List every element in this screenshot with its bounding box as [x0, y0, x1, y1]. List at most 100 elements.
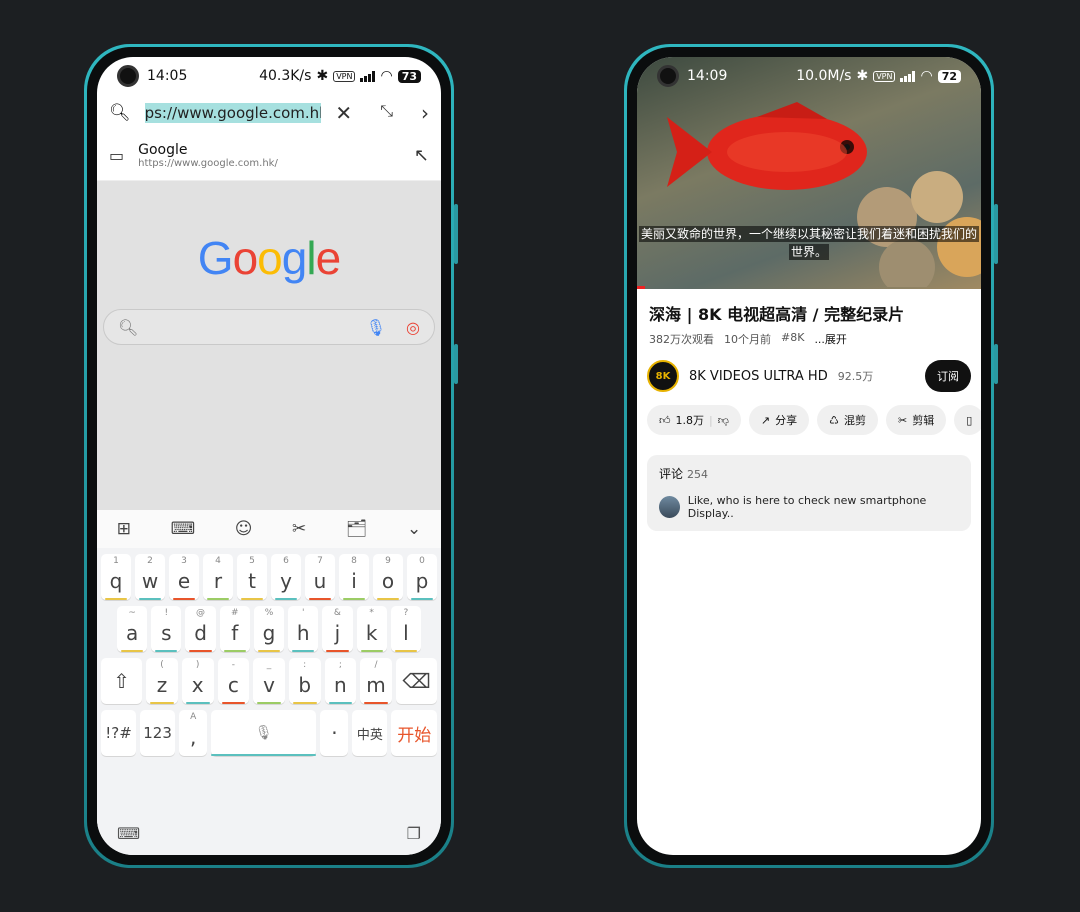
status-right: 40.3K/s ✱ VPN ◠ 73 — [259, 68, 421, 84]
remix-button[interactable]: ♺ 混剪 — [817, 405, 878, 435]
keyboard-switch-icon[interactable]: ⌨ — [117, 824, 140, 843]
save-button[interactable]: ▯ — [954, 405, 981, 435]
key-l[interactable]: ? l — [390, 606, 421, 652]
clipboard-icon[interactable]: 🗂︎ — [346, 519, 368, 539]
key-x[interactable]: ) x — [181, 658, 214, 704]
key-j[interactable]: & j — [322, 606, 353, 652]
key-r[interactable]: 4r — [203, 554, 233, 600]
subscribe-button[interactable]: 订阅 — [925, 360, 971, 392]
clip-button[interactable]: ✂ 剪辑 — [885, 405, 947, 435]
key-label: p — [415, 569, 429, 593]
suggestion-title: Google — [138, 142, 188, 158]
status-bar: 14:05 40.3K/s ✱ VPN ◠ 73 — [97, 57, 441, 95]
thumbs-down-icon[interactable]: 👎︎ — [718, 414, 729, 427]
key-o[interactable]: 9o — [373, 554, 403, 600]
share-label: 分享 — [775, 414, 798, 427]
key-v[interactable]: _ v — [253, 658, 285, 704]
key-q[interactable]: 1q — [101, 554, 131, 600]
key-p[interactable]: 0p — [407, 554, 437, 600]
vpn-badge: VPN — [333, 70, 356, 82]
video-caption: 美丽又致命的世界，一个继续以其秘密让我们着迷和困扰我们的 世界。 — [637, 225, 981, 261]
key-label: t — [248, 569, 256, 593]
share-icon: ↗ — [760, 413, 771, 427]
expand-description[interactable]: ...展开 — [814, 331, 847, 347]
google-logo-letter: g — [281, 232, 308, 284]
key-row-1: 1q2w3e4r5t6y7u8i9o0p — [97, 554, 441, 600]
comma-key-main: , — [189, 725, 197, 749]
google-logo-letter: o — [232, 232, 259, 284]
channel-name[interactable]: 8K VIDEOS ULTRA HD — [689, 369, 828, 384]
number-key[interactable]: 123 — [140, 710, 176, 756]
share-button[interactable]: ↗ 分享 — [748, 405, 810, 435]
key-f[interactable]: # f — [219, 606, 250, 652]
key-h[interactable]: ' h — [288, 606, 319, 652]
key-a[interactable]: ~ a — [117, 606, 148, 652]
caption-line-1: 美丽又致命的世界，一个继续以其秘密让我们着迷和困扰我们的 — [638, 226, 979, 242]
google-search-box[interactable]: 🔍︎ 🎙︎ ◎ — [103, 309, 435, 345]
video-progress[interactable] — [637, 286, 645, 289]
key-sub-label: 3 — [181, 556, 187, 566]
apps-icon[interactable]: ⊞ — [117, 519, 131, 539]
scissors-icon[interactable]: ✂ — [292, 519, 306, 539]
vpn-badge: VPN — [873, 70, 896, 82]
backspace-key[interactable]: ⌫ — [395, 658, 438, 704]
mic-icon[interactable]: 🎙︎ — [366, 318, 386, 337]
key-b[interactable]: :b — [288, 658, 321, 704]
comma-key[interactable]: A, — [179, 710, 208, 756]
emoji-icon[interactable]: ☺ — [235, 519, 253, 539]
key-d[interactable]: @ d — [185, 606, 216, 652]
symbol-key[interactable]: !?# — [101, 710, 137, 756]
key-u[interactable]: 7u — [305, 554, 335, 600]
chevron-right-icon[interactable]: › — [421, 101, 429, 125]
go-key[interactable]: 开始 — [391, 710, 438, 756]
lens-icon[interactable]: ◎ — [406, 318, 420, 337]
video-player[interactable]: 14:09 10.0M/s ✱ VPN ◠ 72 美丽又致命的世界，一个继续以其… — [637, 57, 981, 289]
comments-panel[interactable]: 评论 254 Like, who is here to check new sma… — [647, 455, 971, 531]
key-label: x — [191, 673, 204, 697]
key-w[interactable]: 2w — [135, 554, 165, 600]
hashtag[interactable]: #8K — [781, 331, 804, 347]
upload-age: 10个月前 — [724, 333, 771, 346]
period-key[interactable]: · — [320, 710, 349, 756]
key-n[interactable]: ; n — [324, 658, 357, 704]
expand-icon[interactable]: ⤡ — [380, 101, 393, 125]
key-s[interactable]: ! s — [151, 606, 182, 652]
key-k[interactable]: * k — [356, 606, 387, 652]
battery-badge: 72 — [937, 69, 961, 83]
key-row-2: ~ a! s @ d # f% g ' h & j * k? l — [97, 606, 441, 652]
language-key[interactable]: 中英 — [352, 710, 388, 756]
fill-arrow-icon[interactable]: ↖ — [414, 145, 429, 166]
url-input[interactable]: ps://www.google.com.hk/ — [144, 103, 322, 123]
clip-label: 剪辑 — [912, 414, 935, 427]
key-sub-label: : — [303, 660, 307, 670]
collapse-keyboard-icon[interactable]: ⌄ — [407, 519, 421, 539]
key-sub-label: ! — [164, 608, 169, 618]
key-e[interactable]: 3e — [169, 554, 199, 600]
space-key[interactable]: 🎙︎ — [211, 710, 317, 756]
top-comment: Like, who is here to check new smartphon… — [659, 494, 959, 520]
key-i[interactable]: 8i — [339, 554, 369, 600]
video-title[interactable]: 深海 | 8K 电视超高清 / 完整纪录片 — [637, 289, 981, 325]
key-z[interactable]: (z — [146, 658, 178, 704]
keyboard-layout-icon[interactable]: ⌨ — [171, 519, 196, 539]
address-bar[interactable]: 🔍︎ ps://www.google.com.hk/ ✕ ⤡ › — [97, 95, 441, 131]
clear-icon[interactable]: ✕ — [335, 101, 352, 125]
key-m[interactable]: / m — [360, 658, 392, 704]
key-y[interactable]: 6y — [271, 554, 301, 600]
channel-avatar[interactable]: 8K — [647, 360, 679, 392]
clipboard-panel-icon[interactable]: ❐ — [407, 824, 421, 843]
url-suggestion[interactable]: ▭ Google https://www.google.com.hk/ ↖ — [97, 131, 441, 181]
view-count: 382万次观看 — [649, 333, 714, 346]
key-label: m — [366, 673, 386, 697]
key-label: i — [351, 569, 357, 593]
key-t[interactable]: 5t — [237, 554, 267, 600]
youtube-screen: 14:09 10.0M/s ✱ VPN ◠ 72 美丽又致命的世界，一个继续以其… — [637, 57, 981, 855]
like-dislike-button[interactable]: 👍︎ 1.8万 | 👎︎ — [647, 405, 741, 435]
remix-label: 混剪 — [843, 414, 866, 427]
key-c[interactable]: -c — [217, 658, 250, 704]
keyboard-bottom-bar: ⌨ ❐ — [117, 824, 421, 843]
shift-key[interactable]: ⇧ — [101, 658, 143, 704]
caption-line-2: 世界。 — [788, 244, 829, 260]
key-g[interactable]: % g — [253, 606, 285, 652]
key-label: c — [227, 673, 239, 697]
